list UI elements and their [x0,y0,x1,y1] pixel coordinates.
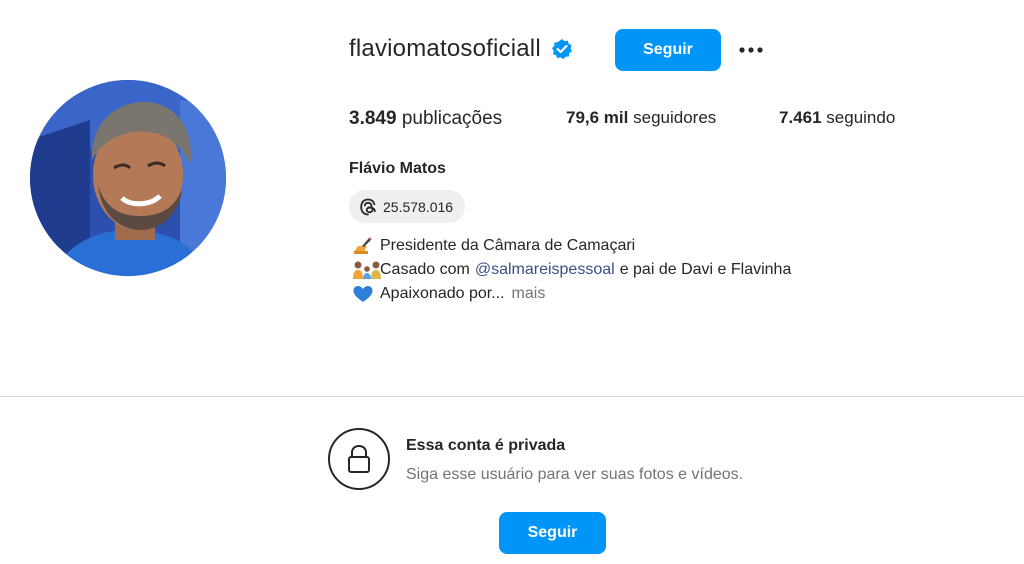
bio-text-2-prefix: Casado com [380,261,470,278]
lock-icon [328,428,390,490]
private-title: Essa conta é privada [406,437,566,454]
posts-label: publicações [401,108,503,129]
following-count: 7.461 [779,108,822,127]
profile-photo [30,80,226,276]
blue-heart-icon [352,284,374,304]
bio-text-1: Presidente da Câmara de Camaçari [380,237,636,254]
mention-link[interactable]: @salmareispessoal [475,258,615,282]
bio-line-2: Casado com @salmareispessoal e pai de Da… [352,258,791,282]
bio-line-3: Apaixonado por... mais [352,282,791,306]
writing-hand-icon [352,236,374,256]
bio-more-link[interactable]: mais [512,282,546,306]
threads-icon [359,198,377,216]
more-options-icon[interactable] [737,40,769,60]
family-icon [352,260,381,280]
username: flaviomatosoficiall [349,35,541,62]
followers-stat[interactable]: 79,6 mil seguidores [566,108,716,128]
username-row: flaviomatosoficiall [349,28,573,70]
full-name: Flávio Matos [349,160,446,177]
follow-button-bottom[interactable]: Seguir [499,512,606,554]
following-stat[interactable]: 7.461 seguindo [779,108,895,128]
private-subtitle: Siga esse usuário para ver suas fotos e … [406,466,744,483]
verified-badge-icon [551,38,573,60]
posts-count: 3.849 [349,108,397,129]
followers-label: seguidores [633,108,717,127]
following-label: seguindo [826,108,896,127]
section-divider [0,396,1024,397]
bio-text-2-suffix: e pai de Davi e Flavinha [619,261,792,278]
profile-avatar[interactable] [30,80,226,276]
followers-count: 79,6 mil [566,108,629,127]
private-account-notice: Essa conta é privada Siga esse usuário p… [328,428,808,494]
posts-stat: 3.849 publicações [349,108,502,130]
threads-badge[interactable]: 25.578.016 [349,190,466,223]
bio-line-1: Presidente da Câmara de Camaçari [352,234,791,258]
follow-button[interactable]: Seguir [615,29,721,71]
threads-count: 25.578.016 [383,198,454,215]
bio: Presidente da Câmara de Camaçari Casado … [352,234,791,306]
bio-text-3: Apaixonado por... [380,285,505,302]
